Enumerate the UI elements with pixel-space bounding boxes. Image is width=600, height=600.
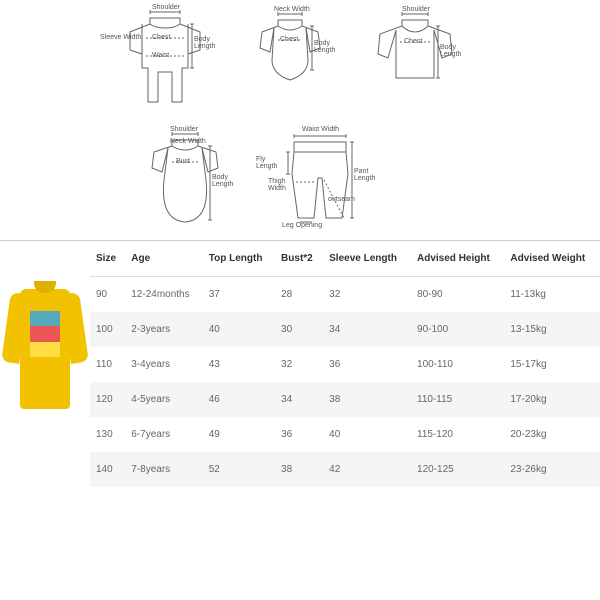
column-header: Sleeve Length — [323, 241, 411, 277]
table-cell: 7-8years — [125, 452, 202, 487]
table-row: 1306-7years493640115-12020-23kg — [90, 417, 600, 452]
table-row: 1204-5years463438110-11517-20kg — [90, 382, 600, 417]
table-cell: 12-24months — [125, 277, 202, 313]
table-cell: 115-120 — [411, 417, 504, 452]
label-sleeve-width: Sleeve Width — [100, 34, 141, 41]
table-cell: 36 — [275, 417, 323, 452]
label-pant-length: Pant Length — [354, 168, 374, 182]
table-cell: 37 — [203, 277, 275, 313]
table-cell: 30 — [275, 312, 323, 347]
table-row: 1407-8years523842120-12523-26kg — [90, 452, 600, 487]
table-cell: 3-4years — [125, 347, 202, 382]
table-cell: 32 — [275, 347, 323, 382]
table-row: 1103-4years433236100-11015-17kg — [90, 347, 600, 382]
column-header: Advised Weight — [504, 241, 600, 277]
label-bust: Bust — [176, 158, 190, 165]
table-cell: 11-13kg — [504, 277, 600, 313]
romper-diagram: Shoulder Sleeve Width Chest Waist Body L… — [120, 10, 210, 110]
table-cell: 40 — [323, 417, 411, 452]
table-cell: 110-115 — [411, 382, 504, 417]
label-leg-opening: Leg Opening — [282, 222, 322, 229]
label-chest: Chest — [280, 36, 298, 43]
table-cell: 17-20kg — [504, 382, 600, 417]
table-cell: 43 — [203, 347, 275, 382]
label-waist-width: Waist Width — [302, 126, 339, 133]
table-cell: 32 — [323, 277, 411, 313]
label-neck-width: Neck Width — [170, 138, 206, 145]
label-chest: Chest — [404, 38, 422, 45]
table-cell: 28 — [275, 277, 323, 313]
table-cell: 38 — [323, 382, 411, 417]
table-cell: 34 — [323, 312, 411, 347]
table-header-row: SizeAgeTop LengthBust*2Sleeve LengthAdvi… — [90, 241, 600, 277]
column-header: Top Length — [203, 241, 275, 277]
label-shoulder: Shoulder — [170, 126, 198, 133]
pants-diagram: Waist Width Fly Length Thigh Width Leg O… — [270, 130, 370, 230]
table-cell: 100-110 — [411, 347, 504, 382]
table-cell: 110 — [90, 347, 125, 382]
table-cell: 20-23kg — [504, 417, 600, 452]
size-chart-section: SizeAgeTop LengthBust*2Sleeve LengthAdvi… — [0, 240, 600, 487]
table-cell: 40 — [203, 312, 275, 347]
table-cell: 49 — [203, 417, 275, 452]
table-body: 9012-24months37283280-9011-13kg1002-3yea… — [90, 277, 600, 488]
label-body-length: Body Length — [194, 36, 212, 50]
table-cell: 120 — [90, 382, 125, 417]
product-image — [0, 241, 90, 487]
table-cell: 120-125 — [411, 452, 504, 487]
table-cell: 42 — [323, 452, 411, 487]
table-cell: 90 — [90, 277, 125, 313]
table-cell: 34 — [275, 382, 323, 417]
measurement-diagrams: Shoulder Sleeve Width Chest Waist Body L… — [0, 0, 600, 240]
table-cell: 90-100 — [411, 312, 504, 347]
table-cell: 23-26kg — [504, 452, 600, 487]
label-body-length: Body Length — [212, 174, 230, 188]
column-header: Bust*2 — [275, 241, 323, 277]
table-cell: 80-90 — [411, 277, 504, 313]
onesie-diagram: Neck Width Chest Body Length — [250, 10, 330, 90]
column-header: Age — [125, 241, 202, 277]
label-thigh-width: Thigh Width — [268, 178, 296, 192]
table-cell: 2-3years — [125, 312, 202, 347]
label-shoulder: Shoulder — [152, 4, 180, 11]
table-cell: 13-15kg — [504, 312, 600, 347]
label-shoulder: Shoulder — [402, 6, 430, 13]
table-cell: 36 — [323, 347, 411, 382]
table-cell: 6-7years — [125, 417, 202, 452]
table-cell: 15-17kg — [504, 347, 600, 382]
table-cell: 130 — [90, 417, 125, 452]
label-body-length: Body Length — [440, 44, 458, 58]
table-cell: 38 — [275, 452, 323, 487]
column-header: Size — [90, 241, 125, 277]
label-fly-length: Fly Length — [256, 156, 278, 170]
column-header: Advised Height — [411, 241, 504, 277]
label-outseam: outseam — [328, 196, 355, 203]
label-waist: Waist — [152, 52, 169, 59]
table-cell: 46 — [203, 382, 275, 417]
label-neck-width: Neck Width — [274, 6, 310, 13]
table-row: 9012-24months37283280-9011-13kg — [90, 277, 600, 313]
table-cell: 4-5years — [125, 382, 202, 417]
label-body-length: Body Length — [314, 40, 332, 54]
table-cell: 100 — [90, 312, 125, 347]
sweater-illustration — [8, 281, 82, 411]
label-chest: Chest — [152, 34, 170, 41]
table-row: 1002-3years40303490-10013-15kg — [90, 312, 600, 347]
table-cell: 52 — [203, 452, 275, 487]
size-table: SizeAgeTop LengthBust*2Sleeve LengthAdvi… — [90, 241, 600, 487]
table-cell: 140 — [90, 452, 125, 487]
shirt-diagram: Shoulder Chest Body Length — [370, 10, 460, 90]
dress-diagram: Shoulder Neck Width Bust Body Length — [140, 130, 230, 230]
